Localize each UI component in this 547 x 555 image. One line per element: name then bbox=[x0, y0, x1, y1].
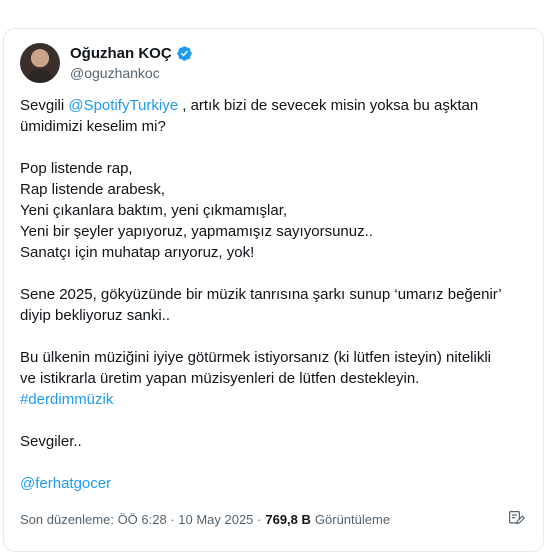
text-line: Rap listende arabesk, bbox=[20, 181, 166, 198]
mention-link-2[interactable]: @ferhatgocer bbox=[20, 473, 525, 494]
mention-link[interactable]: @SpotifyTurkiye bbox=[68, 97, 178, 114]
views-count: 769,8 B bbox=[265, 511, 311, 527]
text-line: Sanatçı için muhatap arıyoruz, yok! bbox=[20, 244, 255, 261]
author-names: Oğuzhan KOÇ @oguzhankoc bbox=[70, 45, 193, 81]
avatar[interactable] bbox=[20, 43, 60, 83]
edit-history-icon[interactable] bbox=[507, 509, 525, 527]
text-line: Sevgili @SpotifyTurkiye , artık bizi de … bbox=[20, 95, 525, 116]
text-line: ümidimizi keselim mi? bbox=[20, 118, 166, 135]
hashtag-link[interactable]: #derdimmüzik bbox=[20, 389, 525, 410]
paragraph-3: Sene 2025, gökyüzünde bir müzik tanrısın… bbox=[20, 284, 525, 326]
tweet-text: Sevgili @SpotifyTurkiye , artık bizi de … bbox=[20, 95, 525, 494]
paragraph-4: Bu ülkenin müziğini iyiye götürmek istiy… bbox=[20, 347, 525, 410]
paragraph-2: Pop listende rap, Rap listende arabesk, … bbox=[20, 158, 525, 263]
text-line: Yeni çıkanlara baktım, yeni çıkmamışlar, bbox=[20, 202, 288, 219]
text-line: Bu ülkenin müziğini iyiye götürmek istiy… bbox=[20, 349, 492, 366]
closing-text: Sevgiler.. bbox=[20, 433, 82, 450]
author-handle[interactable]: @oguzhankoc bbox=[70, 65, 193, 81]
text-line: Yeni bir şeyler yapıyoruz, yapmamışız sa… bbox=[20, 223, 373, 240]
text-line: ve istikrarla üretim yapan müzisyenleri … bbox=[20, 370, 420, 387]
verified-badge-icon bbox=[176, 46, 192, 61]
tweet-header: Oğuzhan KOÇ @oguzhankoc bbox=[20, 43, 193, 83]
text-line: diyip bekliyoruz sanki.. bbox=[20, 307, 171, 324]
paragraph-1: Sevgili @SpotifyTurkiye , artık bizi de … bbox=[20, 95, 525, 137]
paragraph-5: Sevgiler.. bbox=[20, 431, 525, 452]
paragraph-6: @ferhatgocer bbox=[20, 473, 525, 494]
text-segment: Sevgili bbox=[20, 97, 69, 114]
tweet-card: Oğuzhan KOÇ @oguzhankoc Sevgili @Spotify… bbox=[3, 28, 544, 552]
tweet-footer: Son düzenleme: ÖÖ 6:28 · 10 May 2025 · 7… bbox=[20, 509, 525, 529]
views-label: Görüntüleme bbox=[314, 511, 391, 527]
author-display-name[interactable]: Oğuzhan KOÇ bbox=[70, 45, 172, 62]
text-segment: , artık bizi de sevecek misin yoksa bu a… bbox=[178, 97, 479, 114]
text-line: Pop listende rap, bbox=[20, 160, 133, 177]
text-line: Sene 2025, gökyüzünde bir müzik tanrısın… bbox=[20, 286, 502, 303]
edited-timestamp[interactable]: Son düzenleme: ÖÖ 6:28 · 10 May 2025 · bbox=[20, 512, 261, 527]
name-row: Oğuzhan KOÇ bbox=[70, 45, 193, 62]
